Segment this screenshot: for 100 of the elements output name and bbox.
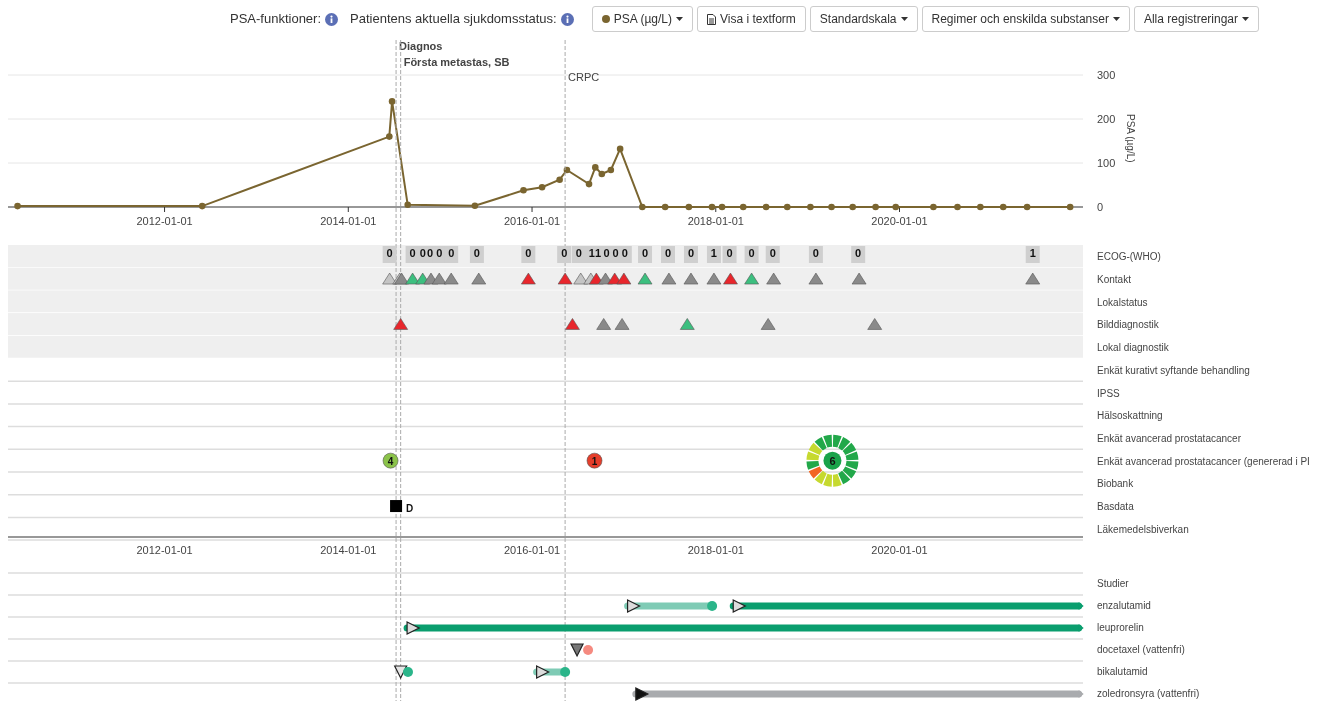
data-point [404,201,411,209]
toolbar-button[interactable]: Standardskala [809,6,918,32]
axis-label: 2014-01-01 [320,215,377,227]
score-value: 0 [525,247,532,259]
toolbar-label: Patientens aktuella sjukdomsstatus: [350,10,557,29]
data-point [585,180,593,188]
row-label: Kontakt [1097,274,1131,286]
info-icon[interactable] [325,12,339,26]
data-point [762,203,770,211]
score-circle: 1 [586,452,603,469]
score-value: 0 [812,247,819,259]
score-value: 1 [1029,247,1036,259]
data-point [556,176,563,183]
data-point [388,98,396,105]
score-value: 1 [710,247,717,259]
score-badge [661,246,675,263]
row-label: leuprorelin [1097,622,1144,633]
data-point [661,203,669,211]
row-label: Bilddiagnostik [1097,319,1159,331]
score-value: 0 [769,247,776,259]
axis-label: 2016-01-01 [503,544,561,556]
score-badge [521,246,536,263]
data-point [718,203,726,211]
score-value: 0 [575,247,582,259]
score-value: 0 [748,247,755,259]
row-label: Hälsoskattning [1097,410,1163,422]
axis-label: 0 [1097,201,1104,213]
axis-label: 300 [1097,69,1116,81]
data-point [828,203,835,211]
score-value: 0 [726,247,733,259]
score-value: 0 [419,247,426,259]
info-icon[interactable] [560,12,574,26]
row-label: enzalutamid [1097,600,1151,611]
data-point [386,133,393,140]
toolbar-label: PSA-funktioner: [230,10,322,29]
document-icon [707,13,716,25]
score-value: 1 [595,247,602,259]
score-badge [557,246,572,263]
data-point [807,203,814,211]
score-badge [444,246,459,263]
data-point [616,145,624,153]
caret-icon [1242,17,1249,21]
data-point [954,203,961,211]
axis-label: 2020-01-01 [871,544,928,556]
score-value: 0 [427,247,434,259]
row-label: Basdata [1097,501,1134,513]
data-point [563,166,571,174]
axis-label: 100 [1097,157,1116,169]
caret-icon [676,17,683,21]
row-label: Lokalstatus [1097,296,1148,308]
score-value: 0 [436,247,443,259]
score-value: 0 [664,247,672,259]
score-value: 0 [621,247,628,259]
data-point [892,203,900,211]
row-label: zoledronsyra (vattenfri) [1097,688,1200,699]
data-point [14,202,21,210]
data-point [639,203,646,211]
toolbar-button[interactable]: PSA (µg/L) [591,6,693,32]
toolbar-button[interactable]: Regimer och enskilda substanser [921,6,1130,32]
data-point [471,202,479,209]
data-point [872,203,879,211]
data-point [977,203,984,211]
score-value: 0 [855,247,862,259]
data-point [520,187,527,194]
data-point [849,203,856,211]
milestone-label: Första metastas, SB [403,55,510,68]
row-label: Enkät avancerad prostatacancer [1097,432,1241,444]
row-label: Läkemedelsbiverkan [1097,523,1189,535]
axis-label: 2018-01-01 [687,215,744,227]
data-point [930,203,937,211]
score-value: 0 [603,247,610,259]
row-label: Enkät avancerad prostatacancer (genererad i PI [1097,455,1310,467]
caret-icon [1112,17,1120,21]
data-point [999,203,1007,211]
toolbar-button[interactable]: Alla registreringar [1133,6,1259,32]
axis-label: 200 [1097,113,1116,125]
axis-label: 2018-01-01 [687,544,744,556]
score-badge [638,246,653,263]
toolbar-button[interactable]: Visa i textform [697,6,806,32]
row-label: Lokal diagnostik [1097,342,1169,354]
score-value: 0 [687,247,695,259]
row-label: Enkät kurativt syftande behandling [1097,364,1250,376]
row-label: ECOG-(WHO) [1097,251,1161,263]
square-marker [390,500,403,513]
score-value: 0 [386,247,393,259]
axis-title: PSA (µg/L) [1125,114,1136,163]
score-value: 0 [409,247,416,259]
score-donut: 6 [806,434,859,487]
score-circle: 4 [382,452,399,469]
row-label: Studier [1097,578,1129,589]
marker-label: D [406,503,414,515]
score-value: 1 [588,247,595,259]
data-point [1066,203,1074,211]
data-point [708,203,716,211]
score-value: 0 [612,247,619,259]
axis-label: 2012-01-01 [136,215,193,227]
score-value: 0 [448,247,455,259]
data-point [1023,203,1031,211]
score-value: 0 [641,247,649,259]
score-value: 0 [473,247,480,259]
